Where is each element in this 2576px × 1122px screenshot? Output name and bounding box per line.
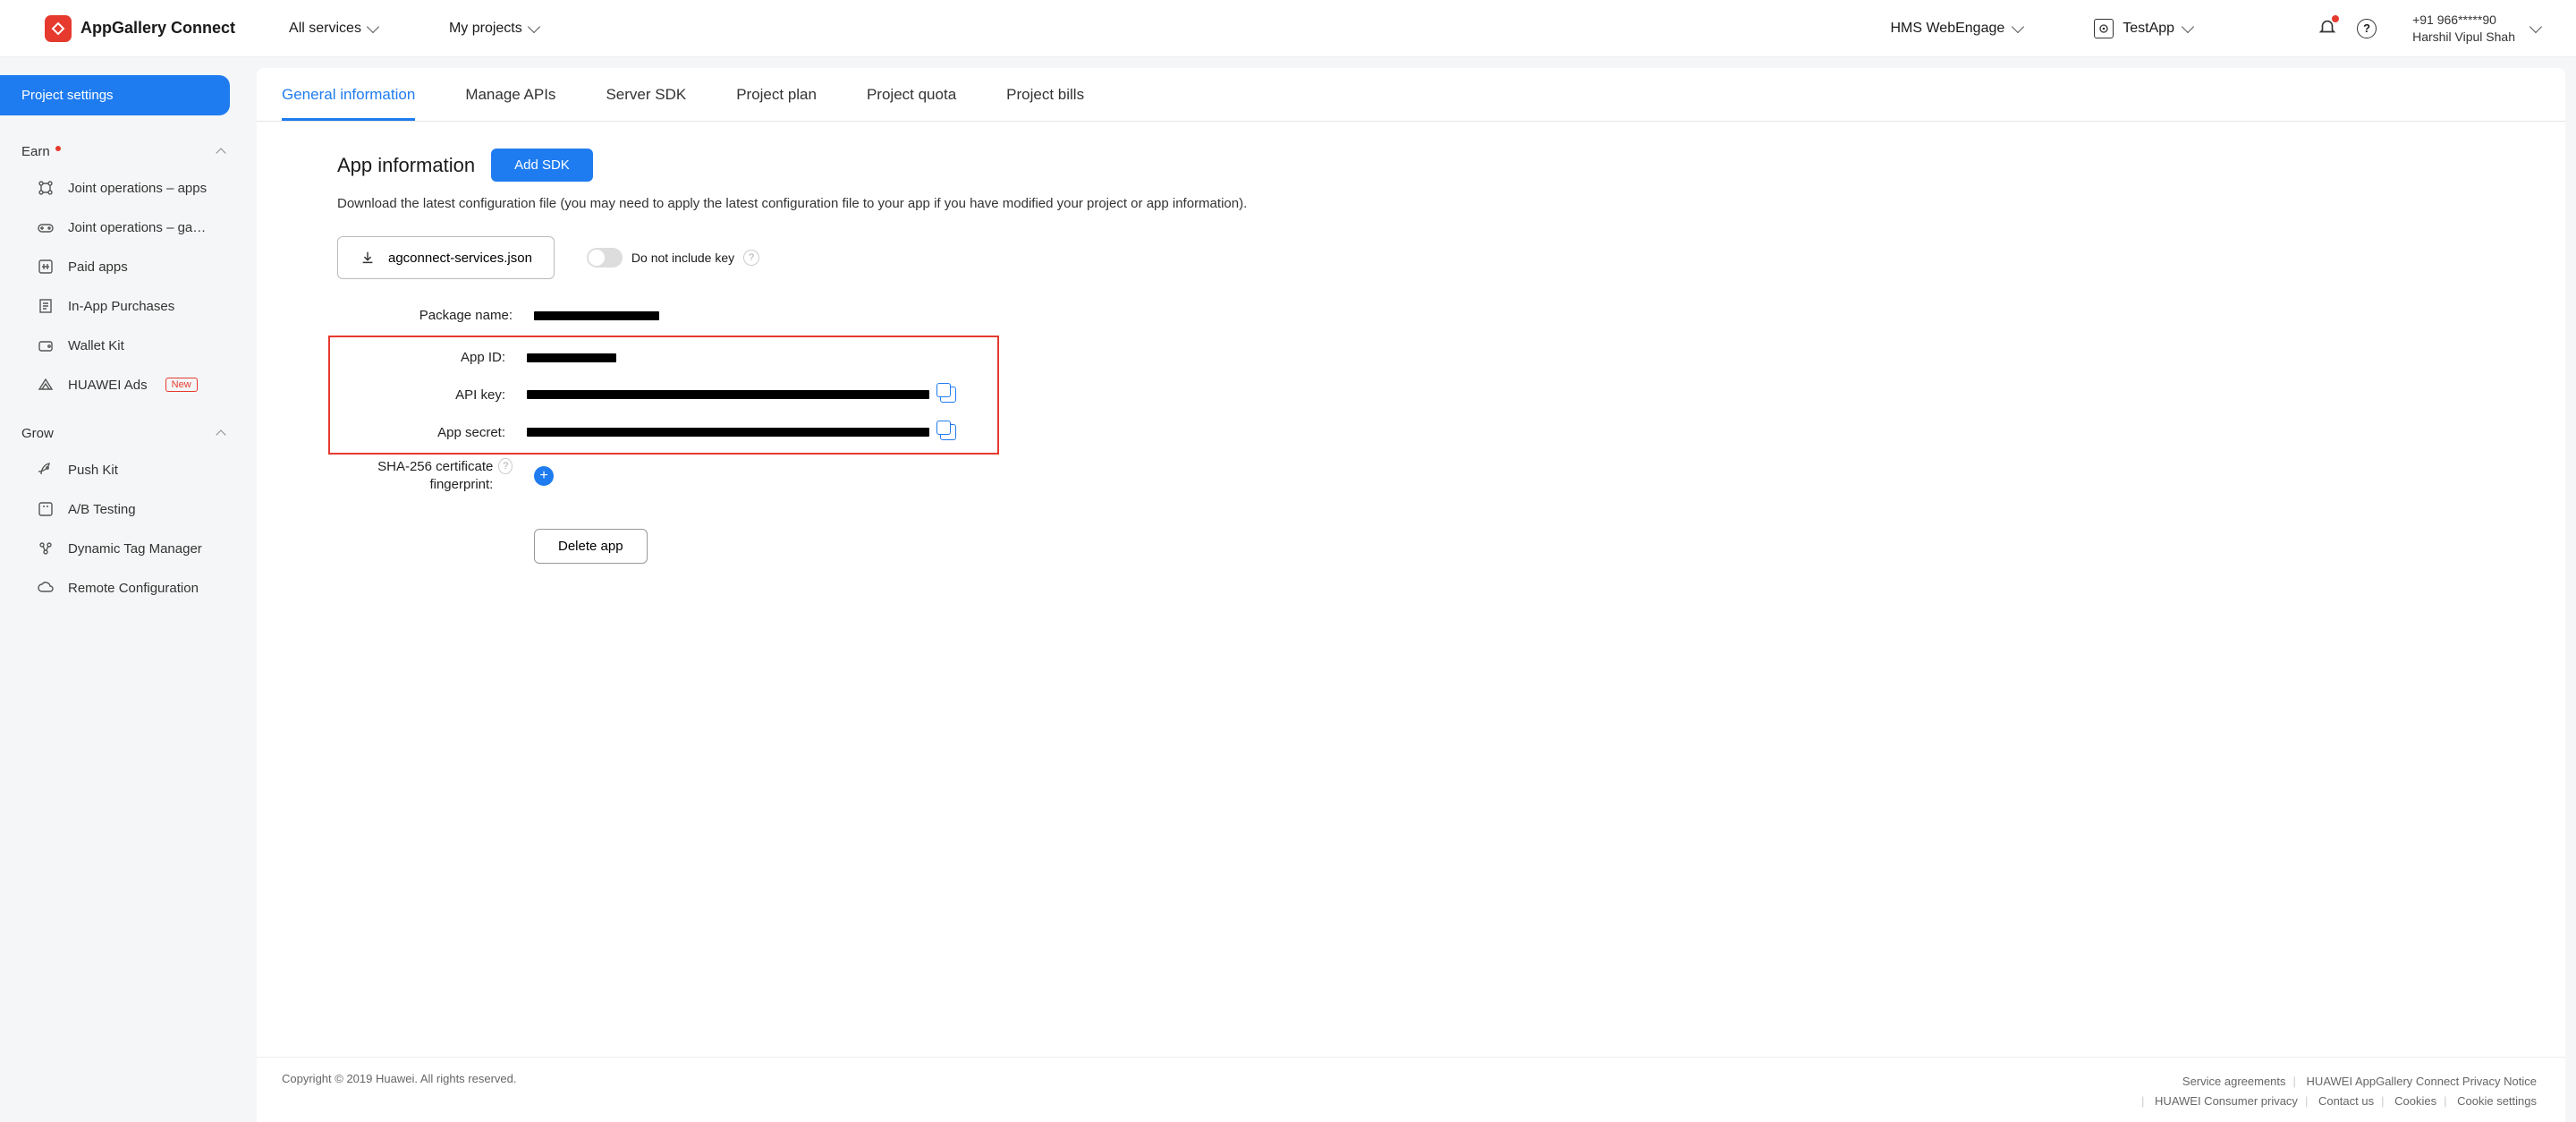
footer-link[interactable]: Contact us xyxy=(2318,1094,2374,1108)
chevron-down-icon xyxy=(2529,20,2542,32)
footer-link[interactable]: Cookie settings xyxy=(2457,1094,2537,1108)
tab-server-sdk[interactable]: Server SDK xyxy=(606,68,686,121)
label-api-key: API key: xyxy=(330,387,527,403)
price-icon xyxy=(36,257,55,276)
brand-block[interactable]: AppGallery Connect xyxy=(45,15,235,42)
footer-link[interactable]: Service agreements xyxy=(2182,1075,2286,1088)
chevron-down-icon xyxy=(2182,20,2194,32)
user-name: Harshil Vipul Shah xyxy=(2412,29,2515,46)
chevron-down-icon xyxy=(2012,20,2024,32)
tab-manage-apis[interactable]: Manage APIs xyxy=(465,68,555,121)
value-app-secret xyxy=(527,428,929,437)
download-config-button[interactable]: agconnect-services.json xyxy=(337,236,555,279)
sidebar-item-ads[interactable]: HUAWEI Ads New xyxy=(0,365,246,404)
sidebar-item-dtm[interactable]: Dynamic Tag Manager xyxy=(0,529,246,568)
value-app-id xyxy=(527,353,997,362)
rocket-icon xyxy=(36,460,55,480)
value-api-key xyxy=(527,390,929,399)
label-app-id: App ID: xyxy=(330,350,527,365)
sidebar-item-remote-config[interactable]: Remote Configuration xyxy=(0,568,246,608)
flask-icon xyxy=(36,499,55,519)
notification-dot-icon xyxy=(2332,15,2339,22)
receipt-icon xyxy=(36,296,55,316)
notifications-button[interactable] xyxy=(2318,17,2337,39)
sidebar-item-wallet[interactable]: Wallet Kit xyxy=(0,326,246,365)
chevron-up-icon xyxy=(216,148,225,157)
topbar: AppGallery Connect All services My proje… xyxy=(0,0,2576,57)
chevron-up-icon xyxy=(216,429,225,439)
sidebar-item-joint-apps[interactable]: Joint operations – apps xyxy=(0,168,246,208)
toggle-label: Do not include key xyxy=(631,251,734,265)
footer-links: Service agreements| HUAWEI AppGallery Co… xyxy=(2138,1072,2540,1111)
project-picker[interactable]: HMS WebEngage xyxy=(1890,21,2022,37)
sidebar-item-paid-apps[interactable]: Paid apps xyxy=(0,247,246,286)
main-panel: General information Manage APIs Server S… xyxy=(257,68,2565,1122)
wallet-icon xyxy=(36,336,55,355)
footer-link[interactable]: HUAWEI Consumer privacy xyxy=(2155,1094,2298,1108)
tab-general[interactable]: General information xyxy=(282,68,415,121)
help-button[interactable]: ? xyxy=(2357,19,2377,38)
label-sha: SHA-256 certificate fingerprint: ? xyxy=(337,458,534,493)
chevron-down-icon xyxy=(528,20,540,32)
help-icon[interactable]: ? xyxy=(498,458,513,474)
chevron-down-icon xyxy=(367,20,379,32)
sidebar-item-push[interactable]: Push Kit xyxy=(0,450,246,489)
copy-app-secret-button[interactable] xyxy=(940,424,956,440)
sidebar-item-joint-games[interactable]: Joint operations – ga… xyxy=(0,208,246,247)
sidebar-item-project-settings[interactable]: Project settings xyxy=(0,75,230,115)
sidebar-section-earn[interactable]: Earn xyxy=(0,132,246,168)
sidebar-section-grow[interactable]: Grow xyxy=(0,413,246,450)
user-menu[interactable]: +91 966*****90 Harshil Vipul Shah xyxy=(2412,12,2540,46)
value-package xyxy=(534,311,1089,320)
section-title: App information xyxy=(337,154,475,177)
footer-link[interactable]: Cookies xyxy=(2394,1094,2436,1108)
add-sdk-button[interactable]: Add SDK xyxy=(491,149,593,182)
brand-text: AppGallery Connect xyxy=(80,19,235,38)
sidebar-item-ab-testing[interactable]: A/B Testing xyxy=(0,489,246,529)
tab-project-plan[interactable]: Project plan xyxy=(736,68,817,121)
app-picker[interactable]: TestApp xyxy=(2094,19,2192,38)
footer: Copyright © 2019 Huawei. All rights rese… xyxy=(257,1057,2565,1122)
label-package: Package name: xyxy=(337,308,534,323)
sidebar: Project settings Earn Joint operations –… xyxy=(0,57,246,1122)
brand-logo-icon xyxy=(45,15,72,42)
section-description: Download the latest configuration file (… xyxy=(337,196,2529,211)
tag-icon xyxy=(36,539,55,558)
gamepad-icon xyxy=(36,217,55,237)
add-fingerprint-button[interactable]: + xyxy=(534,466,554,486)
footer-link[interactable]: HUAWEI AppGallery Connect Privacy Notice xyxy=(2307,1075,2537,1088)
include-key-toggle[interactable] xyxy=(587,248,623,268)
nodes-icon xyxy=(36,178,55,198)
help-icon[interactable]: ? xyxy=(743,250,759,266)
footer-copyright: Copyright © 2019 Huawei. All rights rese… xyxy=(282,1072,516,1085)
ads-icon xyxy=(36,375,55,395)
nav-all-services[interactable]: All services xyxy=(289,21,377,37)
new-badge: New xyxy=(165,378,198,392)
credentials-highlight: App ID: API key: App secret: xyxy=(328,336,999,455)
tab-project-quota[interactable]: Project quota xyxy=(867,68,956,121)
copy-api-key-button[interactable] xyxy=(940,387,956,403)
user-phone: +91 966*****90 xyxy=(2412,12,2515,29)
nav-my-projects[interactable]: My projects xyxy=(449,21,538,37)
badge-dot-icon xyxy=(55,146,61,151)
cloud-icon xyxy=(36,578,55,598)
tab-bar: General information Manage APIs Server S… xyxy=(257,68,2565,122)
android-icon xyxy=(2094,19,2114,38)
tab-project-bills[interactable]: Project bills xyxy=(1006,68,1084,121)
delete-app-button[interactable]: Delete app xyxy=(534,529,648,564)
sidebar-item-iap[interactable]: In-App Purchases xyxy=(0,286,246,326)
download-icon xyxy=(360,250,376,266)
label-app-secret: App secret: xyxy=(330,425,527,440)
